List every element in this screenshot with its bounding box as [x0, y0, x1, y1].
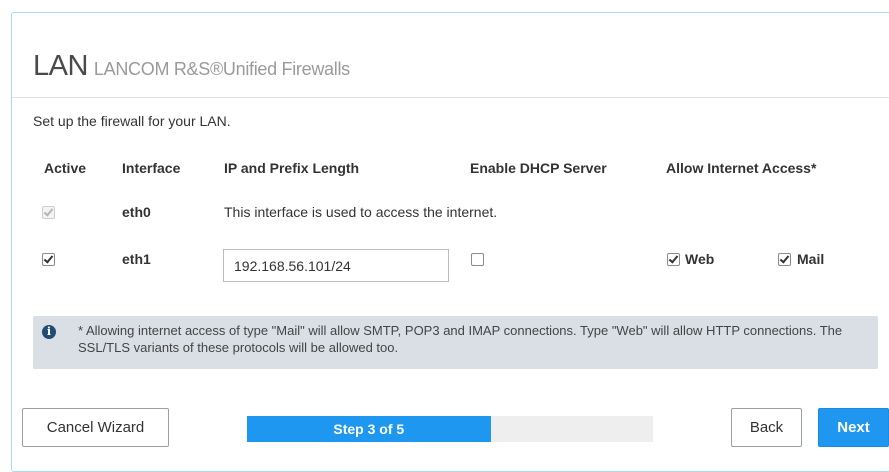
column-header-internet-access: Allow Internet Access* — [666, 160, 817, 176]
page-title: LAN LANCOM R&S®Unified Firewalls — [33, 50, 350, 83]
step-progress-bar: Step 3 of 5 — [247, 416, 653, 442]
eth0-active-checkbox — [42, 206, 55, 219]
eth1-active-checkbox[interactable] — [42, 253, 55, 266]
step-progress-label: Step 3 of 5 — [333, 421, 405, 437]
eth1-mail-checkbox[interactable] — [778, 253, 791, 266]
eth0-note: This interface is used to access the int… — [224, 204, 498, 220]
info-box: i * Allowing internet access of type "Ma… — [33, 316, 878, 369]
title-subtitle: LANCOM R&S®Unified Firewalls — [93, 59, 350, 79]
next-button[interactable]: Next — [818, 408, 889, 447]
cancel-wizard-button[interactable]: Cancel Wizard — [22, 408, 169, 447]
back-button[interactable]: Back — [731, 408, 802, 447]
eth0-interface-label: eth0 — [122, 204, 151, 220]
eth1-web-label: Web — [685, 251, 715, 267]
column-header-interface: Interface — [122, 160, 181, 176]
column-header-ip: IP and Prefix Length — [224, 160, 360, 176]
info-text: * Allowing internet access of type "Mail… — [78, 323, 843, 355]
info-circle-icon: i — [42, 325, 56, 339]
eth1-web-checkbox[interactable] — [667, 253, 680, 266]
eth1-dhcp-checkbox[interactable] — [471, 253, 484, 266]
column-header-active: Active — [44, 160, 87, 176]
column-header-dhcp: Enable DHCP Server — [470, 160, 607, 176]
title-divider — [12, 97, 889, 98]
eth1-interface-label: eth1 — [122, 251, 151, 267]
eth1-mail-label: Mail — [797, 251, 825, 267]
eth1-ip-input[interactable] — [223, 249, 449, 282]
title-main: LAN — [33, 50, 88, 82]
intro-text: Set up the firewall for your LAN. — [33, 113, 231, 129]
step-progress-fill: Step 3 of 5 — [247, 416, 491, 442]
